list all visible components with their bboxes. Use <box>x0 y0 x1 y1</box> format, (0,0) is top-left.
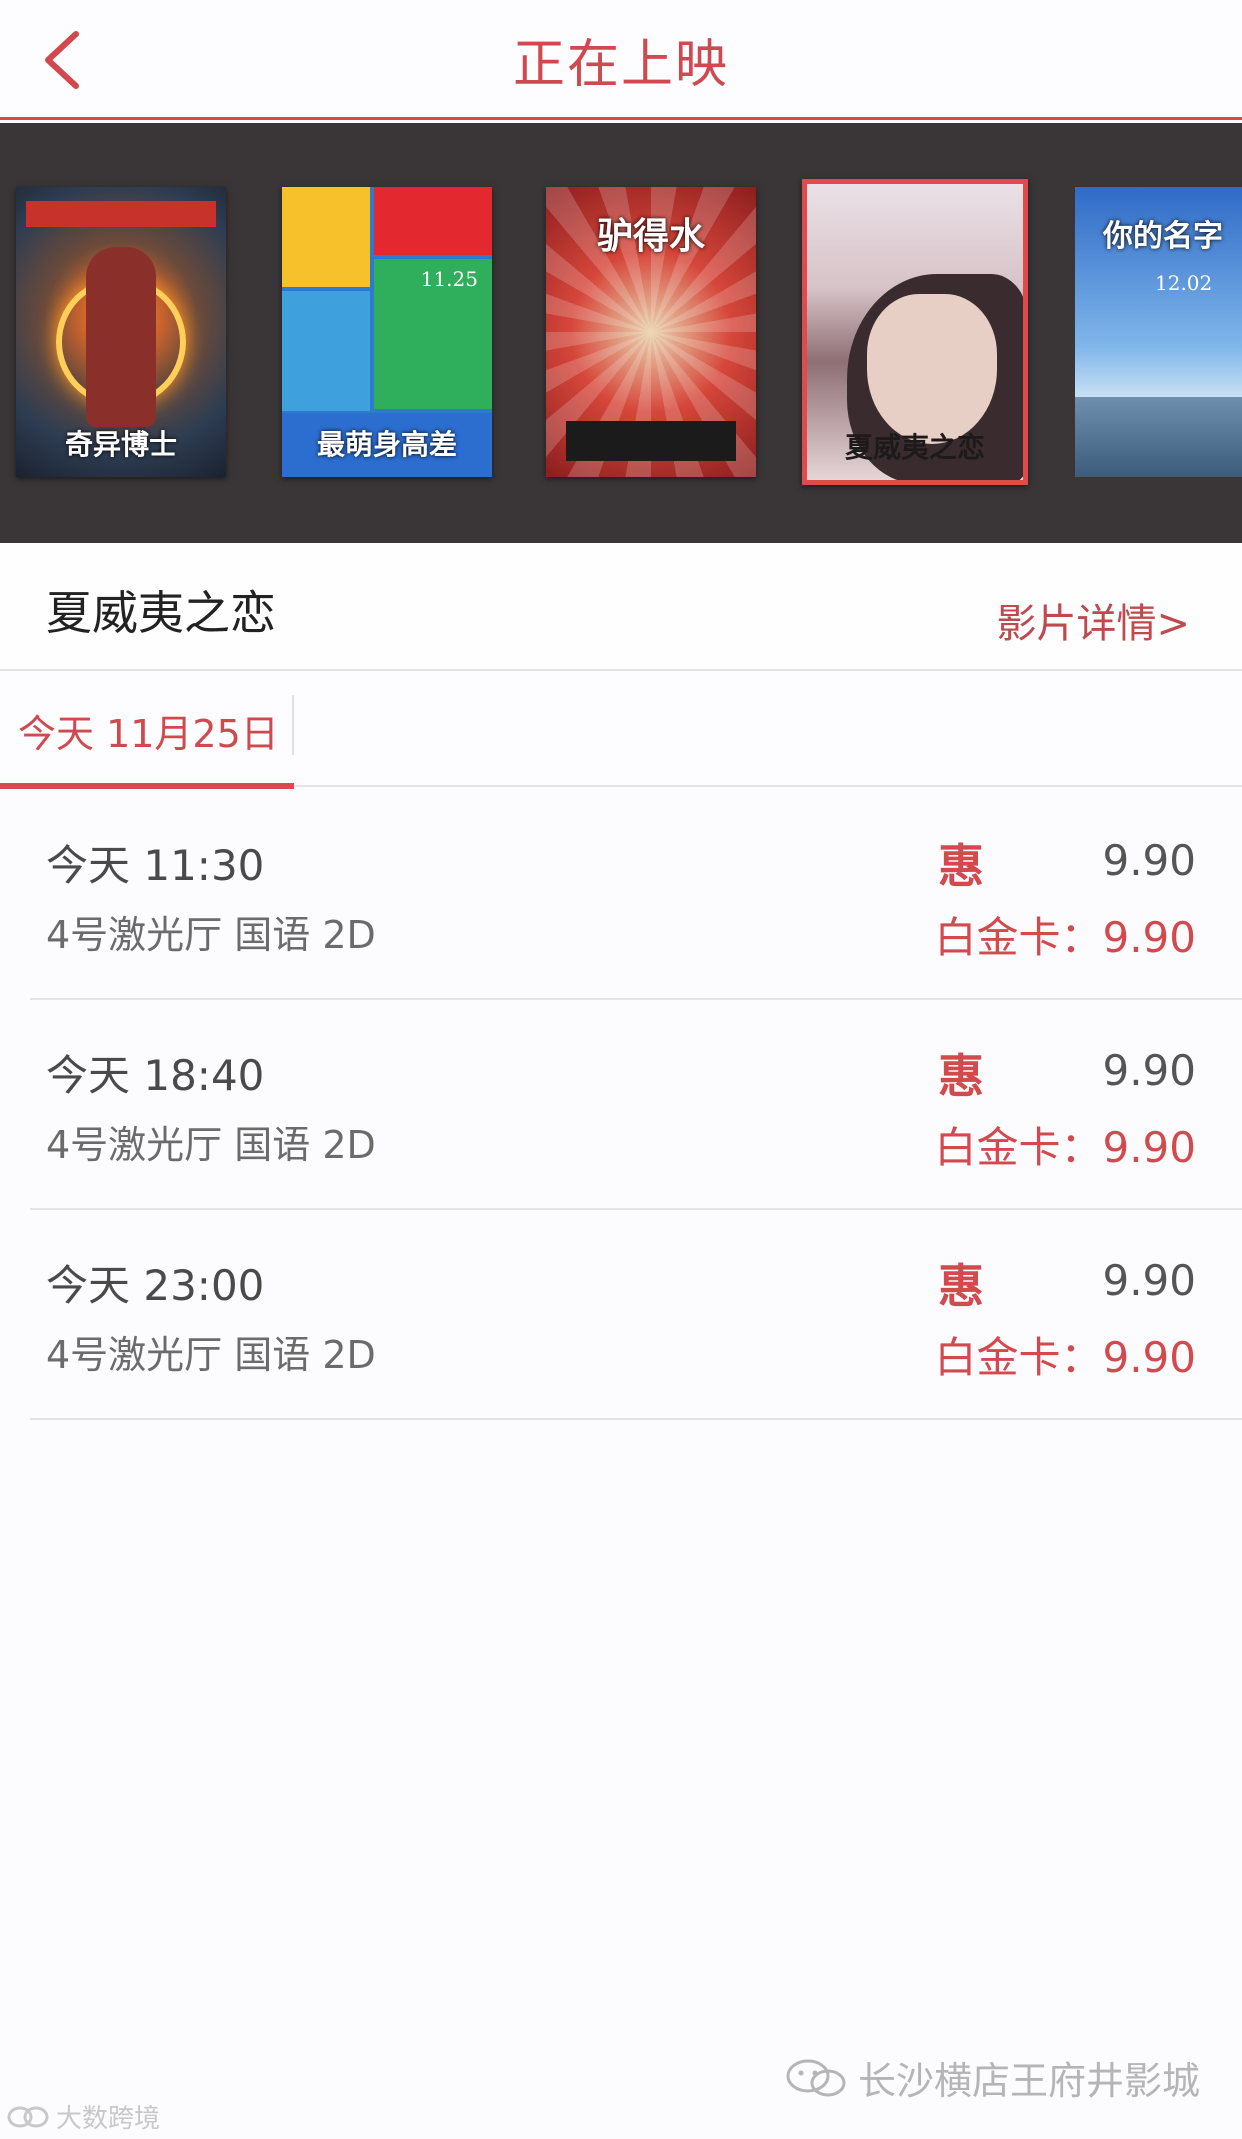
poster-banner <box>566 421 736 461</box>
wechat-watermark: 长沙横店王府井影城 <box>784 2050 1200 2105</box>
movie-detail-link[interactable]: 影片详情> <box>996 591 1190 649</box>
poster-date: 11.25 <box>420 267 478 291</box>
top-nav-bar: 正在上映 <box>0 0 1242 120</box>
tab-active-indicator <box>0 783 294 789</box>
poster-banner <box>26 201 216 227</box>
source-watermark: 大数跨境 <box>6 2098 160 2135</box>
showtime-list: 今天 11:30 4号激光厅 国语 2D 惠 9.90 白金卡：9.90 今天 … <box>0 790 1242 1420</box>
showtime-time: 今天 18:40 <box>46 1051 265 1100</box>
poster-mr-donkey[interactable]: 驴得水 <box>546 187 756 477</box>
discount-badge: 惠 <box>938 1259 984 1313</box>
poster-title: 最萌身高差 <box>316 428 457 461</box>
poster-panel <box>282 187 370 287</box>
discount-badge: 惠 <box>938 1049 984 1103</box>
discount-badge: 惠 <box>938 839 984 893</box>
showtime-row[interactable]: 今天 23:00 4号激光厅 国语 2D 惠 9.90 白金卡：9.90 <box>0 1210 1242 1420</box>
poster-pali-road-selected[interactable]: 夏威夷之恋 <box>802 179 1028 485</box>
ticket-price: 9.90 <box>1102 1046 1196 1095</box>
tab-today-label: 今天 11月25日 <box>18 712 279 756</box>
tab-today[interactable]: 今天 11月25日 <box>0 671 294 789</box>
showtime-hall: 4号激光厅 国语 2D <box>46 1333 376 1377</box>
poster-art <box>1075 397 1242 477</box>
watermark-text: 大数跨境 <box>56 2104 161 2134</box>
brand-logo-icon <box>7 2106 49 2127</box>
wechat-icon <box>786 2059 846 2096</box>
poster-title: 奇异博士 <box>64 428 177 461</box>
poster-mr-and-mrs[interactable]: 11.25 最萌身高差 <box>282 187 492 477</box>
poster-doctor-strange[interactable]: 奇异博士 <box>16 187 226 477</box>
poster-panel <box>282 291 370 411</box>
movie-title: 夏威夷之恋 <box>46 586 276 640</box>
poster-carousel[interactable]: 奇异博士 11.25 最萌身高差 驴得水 夏威夷之恋 你的名字 12.02 <box>0 123 1242 543</box>
poster-title: 你的名字 <box>1103 219 1223 254</box>
poster-title: 驴得水 <box>596 215 705 257</box>
poster-your-name[interactable]: 你的名字 12.02 <box>1075 187 1242 477</box>
poster-face <box>867 294 997 444</box>
page-title: 正在上映 <box>512 35 729 95</box>
tab-divider <box>292 695 294 755</box>
ticket-price: 9.90 <box>1102 1256 1196 1305</box>
member-price: 白金卡：9.90 <box>934 913 1196 962</box>
showtime-hall: 4号激光厅 国语 2D <box>46 913 376 957</box>
poster-date: 12.02 <box>1155 271 1213 295</box>
date-tab-bar: 今天 11月25日 <box>0 671 1242 789</box>
member-price: 白金卡：9.90 <box>934 1123 1196 1172</box>
showtime-time: 今天 11:30 <box>46 841 265 890</box>
poster-title: 夏威夷之恋 <box>844 431 985 464</box>
ticket-price: 9.90 <box>1102 836 1196 885</box>
showtime-time: 今天 23:00 <box>46 1261 265 1310</box>
showtime-row[interactable]: 今天 11:30 4号激光厅 国语 2D 惠 9.90 白金卡：9.90 <box>0 790 1242 1000</box>
poster-panel <box>374 187 492 255</box>
member-price: 白金卡：9.90 <box>934 1333 1196 1382</box>
watermark-text: 长沙横店王府井影城 <box>857 2059 1200 2103</box>
showtime-row[interactable]: 今天 18:40 4号激光厅 国语 2D 惠 9.90 白金卡：9.90 <box>0 1000 1242 1210</box>
showtime-hall: 4号激光厅 国语 2D <box>46 1123 376 1167</box>
divider <box>30 1418 1242 1420</box>
poster-figure <box>86 247 156 427</box>
movie-header: 夏威夷之恋 影片详情> <box>0 543 1242 671</box>
